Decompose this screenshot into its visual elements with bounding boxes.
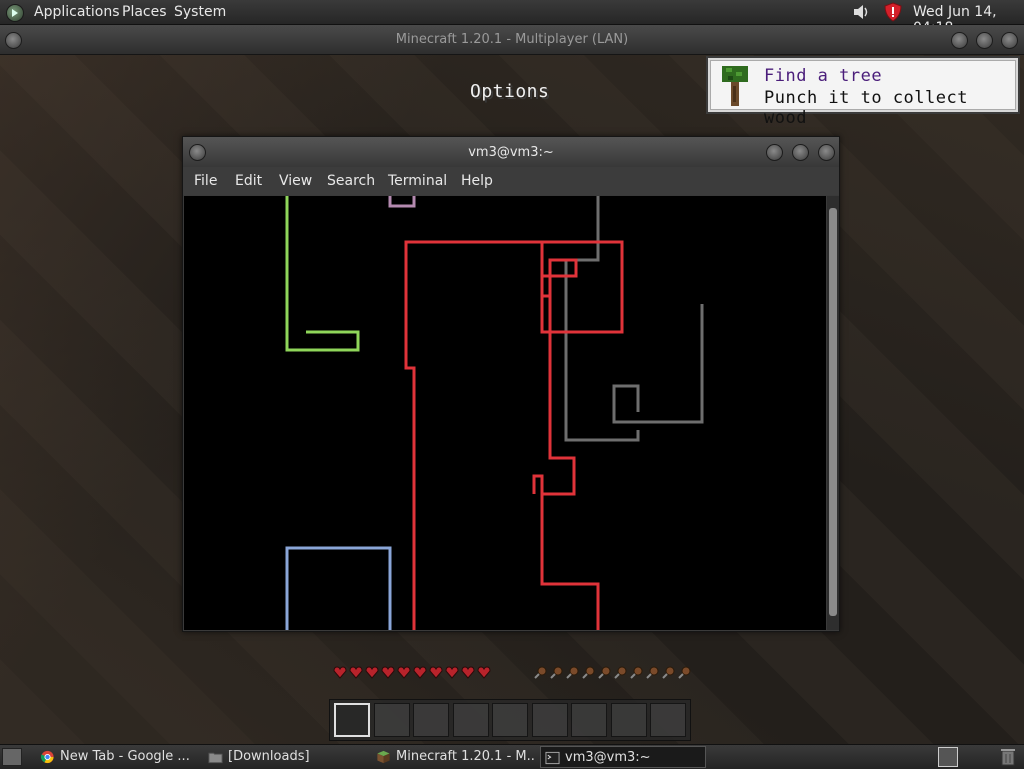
hotbar-slot [373,703,410,737]
folder-icon [208,752,223,764]
pipe-violet [388,196,416,208]
pipe-gray-1 [564,196,640,442]
pipes-animation [285,196,704,630]
chrome-icon [40,750,54,764]
hotbar-slot [452,703,489,737]
terminal-icon [545,751,560,765]
menu-search[interactable]: Search [327,173,375,189]
health-hearts [333,666,491,679]
heart-icon [477,666,491,679]
menu-places[interactable]: Places [122,4,167,20]
terminal-menubar: File Edit View Search Terminal Help [183,167,839,195]
heart-icon [429,666,443,679]
toast-description: Punch it to collect wood [764,88,968,128]
hunger-bar [534,666,691,679]
minimize-button[interactable] [951,32,968,49]
pipe-red-2 [540,494,600,630]
drumstick-icon [598,666,611,679]
drumstick-icon [534,666,547,679]
pipe-red-1 [404,240,624,630]
drumstick-icon [630,666,643,679]
top-panel: Applications Places System Wed Jun 14, 0… [0,0,1024,36]
task-terminal[interactable]: vm3@vm3:~ [540,746,706,768]
options-screen-title: Options [470,81,550,102]
menu-view[interactable]: View [279,173,312,189]
advancement-toast: Find a tree Punch it to collect wood [706,56,1020,128]
terminal-title: vm3@vm3:~ [468,145,554,160]
task-label: vm3@vm3:~ [565,750,651,765]
trash-icon[interactable] [1000,747,1016,766]
apps-menu-icon[interactable] [6,4,24,22]
hotbar-slot [413,703,449,737]
minecraft-window-titlebar[interactable]: Minecraft 1.20.1 - Multiplayer (LAN) [0,25,1024,55]
heart-icon [413,666,427,679]
drumstick-icon [582,666,595,679]
heart-icon [397,666,411,679]
task-label: [Downloads] [228,749,310,764]
hotbar-slot [650,703,686,737]
pipe-gray-2 [612,304,704,424]
terminal-screen[interactable] [184,196,826,630]
task-label: New Tab - Google ... [60,749,190,764]
hotbar [329,699,691,741]
terminal-window[interactable]: vm3@vm3:~ File Edit View Search Terminal… [182,136,840,632]
minecraft-window-title: Minecraft 1.20.1 - Multiplayer (LAN) [395,32,629,47]
hotbar-slot [531,703,568,737]
menu-applications[interactable]: Applications [34,4,120,20]
heart-icon [333,666,347,679]
minecraft-grass-icon [377,750,390,764]
terminal-maximize-button[interactable] [792,144,809,161]
terminal-minimize-button[interactable] [766,144,783,161]
terminal-scrollbar-thumb[interactable] [829,208,837,616]
heart-icon [365,666,379,679]
pipe-green [285,196,360,352]
shield-alert-icon[interactable] [883,2,903,22]
heart-icon [461,666,475,679]
task-chrome[interactable]: New Tab - Google ... [36,746,198,768]
menu-terminal[interactable]: Terminal [388,173,447,189]
maximize-button[interactable] [976,32,993,49]
oak-tree-icon [722,66,748,106]
terminal-scrollbar[interactable] [827,196,839,630]
heart-icon [349,666,363,679]
drumstick-icon [662,666,675,679]
task-minecraft[interactable]: Minecraft 1.20.1 - M... [372,746,534,768]
task-downloads[interactable]: [Downloads] [204,746,366,768]
bottom-taskbar: New Tab - Google ... [Downloads] Minecra… [0,744,1024,769]
hotbar-slot [571,703,607,737]
drumstick-icon [566,666,579,679]
drumstick-icon [614,666,627,679]
pipe-blue [285,546,392,630]
toast-title: Find a tree [764,66,883,86]
hotbar-slot [492,703,528,737]
menu-file[interactable]: File [194,173,217,189]
drumstick-icon [678,666,691,679]
menu-help[interactable]: Help [461,173,493,189]
menu-system[interactable]: System [174,4,226,20]
show-desktop-icon[interactable] [2,748,22,766]
task-label: Minecraft 1.20.1 - M... [396,749,534,764]
terminal-titlebar[interactable]: vm3@vm3:~ [183,137,839,167]
drumstick-icon [646,666,659,679]
terminal-close-button[interactable] [818,144,835,161]
heart-icon [445,666,459,679]
hotbar-slot [610,703,647,737]
speaker-icon[interactable] [852,3,870,21]
close-button[interactable] [1001,32,1018,49]
heart-icon [381,666,395,679]
hotbar-slot [334,703,370,737]
drumstick-icon [550,666,563,679]
menu-edit[interactable]: Edit [235,173,262,189]
workspace-switcher[interactable] [938,747,958,767]
